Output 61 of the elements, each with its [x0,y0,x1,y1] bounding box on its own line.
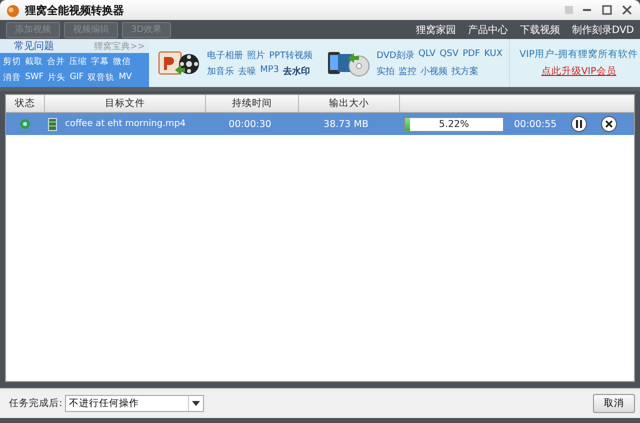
faq-link[interactable]: MV [118,72,132,84]
close-icon [622,5,632,15]
maximize-button[interactable] [600,3,614,17]
window-title: 狸窝全能视频转换器 [25,2,124,18]
toolbar-link[interactable]: 制作刻录DVD [572,22,634,36]
video-file-icon [48,118,57,130]
close-button[interactable] [620,3,634,17]
faq-link[interactable]: 剪切 [3,56,21,68]
remove-button[interactable] [600,116,617,132]
faq-link[interactable]: 消音 [3,72,21,84]
status-icon [19,118,31,130]
toolbar-link[interactable]: 产品中心 [468,22,508,36]
dropdown-arrow-icon [192,401,200,406]
promo-link[interactable]: MP3 [260,64,280,78]
task-row[interactable]: coffee at eht morning.mp4 00:00:30 38.73 MB 5.22% 00:00:55 [6,113,634,136]
close-icon [604,120,613,128]
faq-link[interactable]: 压缩 [69,56,87,68]
pause-button[interactable] [570,116,587,132]
faq-link[interactable]: 微信 [113,56,131,68]
faq-link[interactable]: 截取 [25,56,43,68]
promo-link[interactable]: 去水印 [283,64,310,78]
promo-link[interactable]: QSV [440,48,459,62]
promo-link[interactable]: QLV [418,48,436,62]
column-header[interactable]: 输出大小 [299,95,400,112]
promo-link[interactable]: KUX [484,48,503,62]
column-header[interactable]: 目标文件 [45,95,206,112]
vip-text: VIP用户-拥有狸窝所有软件 [520,48,638,61]
promo-link[interactable]: 监控 [398,64,416,78]
column-header[interactable]: 状态 [6,95,45,112]
pause-icon [574,120,583,128]
faq-link[interactable]: GIF [70,72,84,84]
duration-text: 00:00:30 [228,118,272,132]
file-name: coffee at eht morning.mp4 [65,119,186,129]
promo-link[interactable]: 找方案 [451,64,478,78]
promo-link[interactable]: 实拍 [376,64,394,78]
cancel-button[interactable]: 取消 [593,394,635,413]
remaining-time: 00:00:55 [514,118,557,130]
promo-link[interactable]: 去噪 [238,64,256,78]
toolbar-link[interactable]: 狸窝家园 [416,22,456,36]
maximize-icon [602,5,612,15]
faq-link[interactable]: 合并 [47,56,65,68]
after-task-dropdown[interactable]: 不进行任何操作 [65,395,204,412]
column-header[interactable]: 持续时间 [206,95,299,112]
promo-link[interactable]: 电子相册 [207,48,244,62]
promo-link[interactable]: 照片 [247,48,266,62]
faq-link[interactable]: 双音轨 [88,72,115,84]
faq-link[interactable]: 片头 [48,72,66,84]
upgrade-vip-link[interactable]: 点此升级VIP会员 [541,65,616,78]
promo-link[interactable]: 加音乐 [207,64,234,78]
after-task-label: 任务完成后: [9,397,62,410]
minimize-icon [583,9,591,11]
faq-link[interactable]: 字幕 [91,56,109,68]
promo-link[interactable]: PPT转视频 [269,48,312,62]
faq-title[interactable]: 常见问题 [14,39,54,53]
promo-link[interactable]: DVD刻录 [376,48,414,62]
promo-link[interactable]: PDF [462,48,480,62]
progress-percent: 5.22% [438,118,470,130]
promo-link[interactable]: 小视频 [420,64,448,78]
size-text: 38.73 MB [322,118,370,132]
toolbar-link[interactable]: 下载视频 [520,22,560,36]
faq-link[interactable]: SWF [25,72,44,84]
